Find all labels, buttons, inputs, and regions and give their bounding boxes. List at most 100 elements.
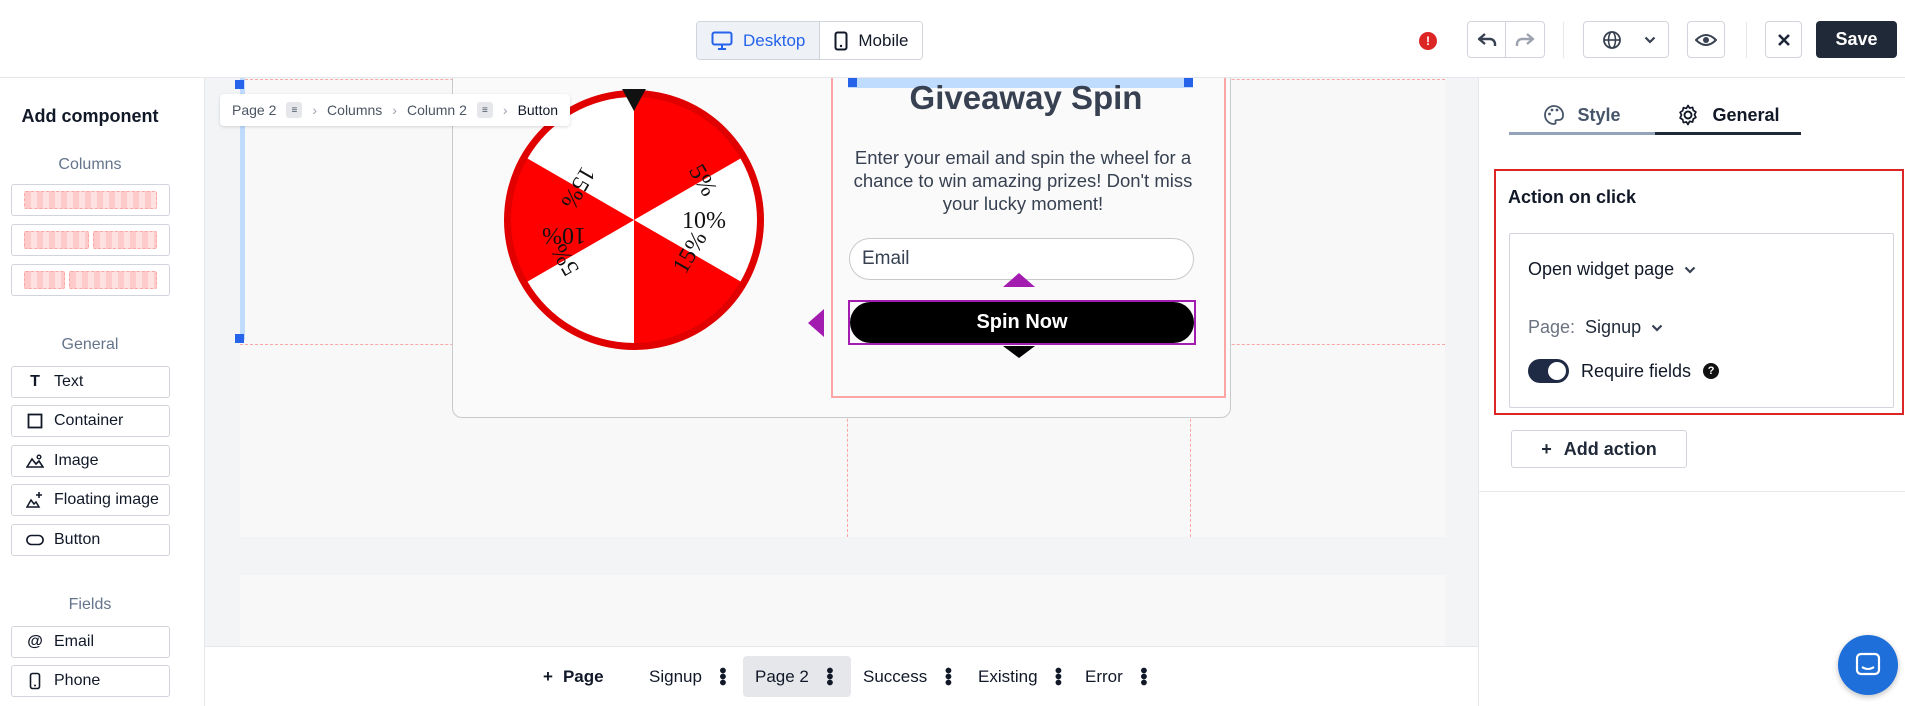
language-select[interactable] (1583, 21, 1669, 58)
add-container-button[interactable]: Container (11, 405, 170, 437)
plus-icon: + (1541, 438, 1552, 459)
more-vertical-icon[interactable]: ••• (711, 667, 733, 685)
close-button[interactable] (1765, 21, 1802, 58)
breadcrumb-item[interactable]: Columns (327, 102, 382, 118)
add-phone-field-button[interactable]: Phone (11, 665, 170, 697)
desktop-view-button[interactable]: Desktop (697, 22, 821, 59)
action-type-value: Open widget page (1528, 259, 1675, 279)
add-page-button[interactable]: + Page (531, 656, 616, 697)
add-text-button[interactable]: T Text (11, 366, 170, 398)
component-label: Phone (54, 672, 101, 689)
page-tab-label: Signup (649, 666, 702, 686)
resize-handle[interactable] (235, 80, 244, 89)
page-tab-success[interactable]: Success ••• (851, 656, 969, 697)
tab-style[interactable]: Style (1509, 98, 1655, 132)
component-label: Email (54, 633, 95, 650)
move-up-arrow-icon[interactable] (1003, 273, 1035, 287)
component-label: Text (54, 373, 84, 390)
panel-divider (1479, 491, 1905, 492)
widget-heading[interactable]: Giveaway Spin (869, 79, 1183, 117)
undo-icon (1477, 32, 1496, 46)
mobile-label: Mobile (858, 30, 909, 50)
prize-wheel[interactable]: 5% 10% 15% 5% 10% 15% (503, 89, 765, 351)
breadcrumb-item[interactable]: Button (518, 102, 558, 118)
one-column-tile[interactable] (11, 184, 170, 216)
resize-handle[interactable] (848, 78, 857, 87)
page-tab-signup[interactable]: Signup ••• (637, 656, 744, 697)
section-columns-label: Columns (58, 156, 122, 173)
section-general-label: General (61, 336, 119, 353)
editor-canvas[interactable]: 5% 10% 15% 5% 10% 15% Page 2 ≡ › Columns… (205, 78, 1478, 646)
tab-general[interactable]: General (1655, 98, 1801, 135)
spin-now-button[interactable]: Spin Now (850, 302, 1194, 343)
two-column-tile[interactable] (11, 224, 170, 256)
warning-icon[interactable]: ! (1419, 32, 1437, 50)
page-select-label: Page: (1528, 317, 1576, 337)
align-left-icon: ≡ (286, 102, 303, 118)
component-label: Container (54, 412, 124, 429)
floating-image-icon (26, 491, 44, 509)
more-vertical-icon[interactable]: ••• (1132, 667, 1154, 685)
eye-icon (1695, 33, 1717, 46)
require-fields-toggle[interactable] (1528, 359, 1569, 383)
next-page-frame (240, 575, 1445, 646)
image-icon (26, 453, 44, 469)
help-icon[interactable]: ? (1703, 363, 1720, 379)
mobile-icon (834, 31, 848, 50)
add-image-button[interactable]: Image (11, 445, 170, 477)
page-tab-page-2[interactable]: Page 2 ••• (743, 656, 851, 697)
mobile-view-button[interactable]: Mobile (820, 22, 923, 59)
resize-handle[interactable] (1184, 78, 1193, 87)
move-left-arrow-icon[interactable] (808, 309, 824, 337)
desktop-icon (711, 31, 733, 50)
properties-panel: Style General Action on click Open widge… (1478, 78, 1905, 706)
breadcrumb-item[interactable]: Page 2 (232, 102, 276, 118)
chevron-down-icon (1644, 36, 1656, 44)
redo-button[interactable] (1506, 22, 1544, 57)
action-type-select[interactable]: Open widget page (1528, 259, 1696, 280)
page-tab-error[interactable]: Error ••• (1073, 656, 1165, 697)
add-floating-image-button[interactable]: Floating image (11, 484, 170, 516)
undo-redo-group (1467, 21, 1545, 58)
add-action-label: Add action (1563, 438, 1657, 459)
more-vertical-icon[interactable]: ••• (818, 667, 840, 685)
chevron-right-icon: › (312, 102, 318, 118)
chat-icon (1855, 652, 1881, 676)
section-fields-label: Fields (68, 596, 112, 613)
panel-tabs: Style General (1509, 98, 1801, 135)
more-vertical-icon[interactable]: ••• (1047, 667, 1069, 685)
resize-handle[interactable] (235, 334, 244, 343)
desktop-label: Desktop (743, 30, 806, 50)
action-card: Open widget page Page: Signup Require fi… (1509, 233, 1894, 408)
chat-support-button[interactable] (1838, 635, 1898, 695)
preview-button[interactable] (1687, 21, 1725, 58)
breadcrumb-item[interactable]: Column 2 (407, 102, 467, 118)
move-down-arrow-icon[interactable] (1003, 346, 1035, 358)
chevron-down-icon (1651, 324, 1663, 332)
component-sidebar: Add component Columns General T Text Con… (0, 78, 205, 706)
save-button[interactable]: Save (1816, 21, 1897, 58)
page-tab-label: Success (863, 666, 928, 686)
require-fields-row: Require fields ? (1528, 359, 1720, 383)
component-label: Image (54, 452, 99, 469)
add-email-field-button[interactable]: @ Email (11, 626, 170, 658)
more-vertical-icon[interactable]: ••• (936, 667, 958, 685)
plus-icon: + (543, 666, 553, 686)
page-tab-label: Existing (978, 666, 1038, 686)
page-tab-existing[interactable]: Existing ••• (966, 656, 1080, 697)
undo-button[interactable] (1468, 22, 1506, 57)
component-label: Floating image (54, 491, 159, 508)
gear-icon (1679, 104, 1698, 126)
text-icon: T (30, 373, 40, 390)
action-on-click-section: Action on click Open widget page Page: S… (1494, 169, 1904, 415)
target-page-select[interactable]: Page: Signup (1528, 317, 1663, 338)
globe-icon (1603, 30, 1621, 49)
add-button-button[interactable]: Button (11, 524, 170, 556)
page-tabs-bar: + Page Signup ••• Page 2 ••• Success •••… (205, 646, 1478, 706)
add-page-label: Page (562, 666, 604, 686)
at-sign-icon: @ (27, 633, 43, 650)
widget-description[interactable]: Enter your email and spin the wheel for … (849, 146, 1197, 215)
one-third-two-thirds-column-tile[interactable] (11, 264, 170, 296)
add-action-button[interactable]: + Add action (1511, 430, 1687, 468)
page-select-value: Signup (1585, 317, 1642, 337)
